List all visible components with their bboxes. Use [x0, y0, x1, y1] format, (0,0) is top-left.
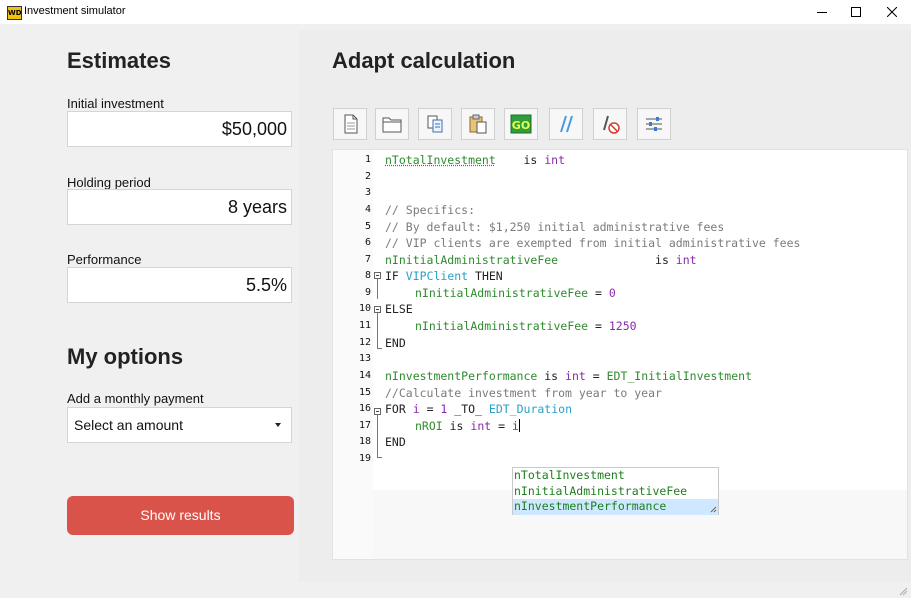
maximize-button[interactable]	[838, 0, 874, 24]
holding-period-field[interactable]: 8 years	[67, 189, 292, 225]
resize-grip-icon[interactable]	[710, 506, 717, 513]
line-number: 18	[358, 436, 371, 447]
fold-end	[377, 348, 382, 349]
code-line: nInitialAdministrativeFee = 0	[415, 286, 616, 300]
minimize-icon	[817, 12, 827, 13]
line-number: 5	[364, 221, 371, 232]
copy-icon	[427, 115, 443, 133]
go-icon: GO	[510, 114, 532, 134]
fold-line	[377, 279, 378, 299]
line-number: 19	[358, 453, 371, 464]
code-line: // VIP clients are exempted from initial…	[385, 236, 801, 250]
line-number: 9	[364, 287, 371, 298]
line-number: 4	[364, 204, 371, 215]
uncomment-button[interactable]	[593, 108, 627, 140]
title-bar: WD Investment simulator	[0, 0, 911, 24]
line-number: 8	[364, 270, 371, 281]
fold-line	[377, 313, 378, 348]
code-line: nInvestmentPerformance is int = EDT_Init…	[385, 369, 752, 383]
settings-button[interactable]	[637, 108, 671, 140]
fold-end	[377, 457, 382, 458]
line-number: 14	[358, 370, 371, 381]
performance-field[interactable]: 5.5%	[67, 267, 292, 303]
line-number: 1	[364, 154, 371, 165]
comment-button[interactable]	[549, 108, 583, 140]
line-number: 16	[358, 403, 371, 414]
line-number: 3	[364, 187, 371, 198]
show-results-button[interactable]: Show results	[67, 496, 294, 535]
go-button[interactable]: GO	[504, 108, 538, 140]
no-comment-icon	[603, 115, 620, 134]
app-logo: WD	[7, 6, 22, 20]
line-number: 7	[364, 254, 371, 265]
estimates-heading: Estimates	[67, 48, 171, 73]
line-number: 11	[358, 320, 371, 331]
code-line: //Calculate investment from year to year	[385, 386, 662, 400]
code-line: nROI is int = i	[415, 419, 520, 433]
open-folder-icon	[382, 117, 402, 133]
fold-toggle-icon[interactable]	[374, 408, 381, 415]
copy-button[interactable]	[418, 108, 452, 140]
autocomplete-item-selected[interactable]: nInvestmentPerformance	[513, 499, 718, 515]
initial-investment-label: Initial investment	[67, 96, 164, 111]
fold-toggle-icon[interactable]	[374, 272, 381, 279]
code-line: IF VIPClient THEN	[385, 269, 503, 283]
options-heading: My options	[67, 344, 184, 369]
svg-text:GO: GO	[512, 119, 530, 132]
monthly-payment-select[interactable]: Select an amount	[67, 407, 292, 443]
fold-line	[377, 415, 378, 457]
window-title: Investment simulator	[24, 5, 126, 17]
text-cursor	[518, 419, 520, 432]
open-button[interactable]	[375, 108, 409, 140]
initial-investment-field[interactable]: $50,000	[67, 111, 292, 147]
line-number: 10	[358, 303, 371, 314]
paste-button[interactable]	[461, 108, 495, 140]
maximize-icon	[851, 7, 861, 17]
code-line: ELSE	[385, 302, 413, 316]
line-number: 6	[364, 237, 371, 248]
monthly-payment-label: Add a monthly payment	[67, 391, 204, 406]
code-line: nInitialAdministrativeFee = 1250	[415, 319, 637, 333]
main-content: Estimates Initial investment $50,000 Hol…	[0, 24, 911, 598]
code-line: nInitialAdministrativeFee is int	[385, 253, 697, 267]
line-number: 13	[358, 353, 371, 364]
performance-label: Performance	[67, 252, 142, 267]
line-number: 2	[364, 171, 371, 182]
chevron-down-icon	[275, 423, 281, 427]
autocomplete-item[interactable]: nTotalInvestment	[513, 468, 718, 484]
window-resize-grip-icon[interactable]	[898, 586, 908, 596]
code-line: // Specifics:	[385, 203, 476, 217]
autocomplete-list[interactable]: nTotalInvestment nInitialAdministrativeF…	[512, 467, 719, 515]
comment-icon	[560, 115, 573, 133]
settings-sliders-icon	[646, 117, 662, 131]
paste-icon	[469, 114, 487, 134]
monthly-payment-value: Select an amount	[74, 417, 183, 433]
line-number: 17	[358, 420, 371, 431]
code-line: END	[385, 435, 406, 449]
code-line: END	[385, 336, 406, 350]
code-line: nTotalInvestment is int	[385, 153, 566, 167]
minimize-button[interactable]	[804, 0, 840, 24]
line-number: 15	[358, 387, 371, 398]
fold-toggle-icon[interactable]	[374, 306, 381, 313]
line-number: 12	[358, 337, 371, 348]
holding-period-label: Holding period	[67, 175, 151, 190]
adapt-calculation-heading: Adapt calculation	[332, 48, 516, 73]
close-icon	[887, 7, 897, 17]
new-document-button[interactable]	[333, 108, 367, 140]
new-document-icon	[344, 114, 358, 134]
autocomplete-item[interactable]: nInitialAdministrativeFee	[513, 484, 718, 500]
code-line: // By default: $1,250 initial administra…	[385, 220, 725, 234]
code-line: FOR i = 1 _TO_ EDT_Duration	[385, 402, 572, 416]
close-button[interactable]	[874, 0, 910, 24]
